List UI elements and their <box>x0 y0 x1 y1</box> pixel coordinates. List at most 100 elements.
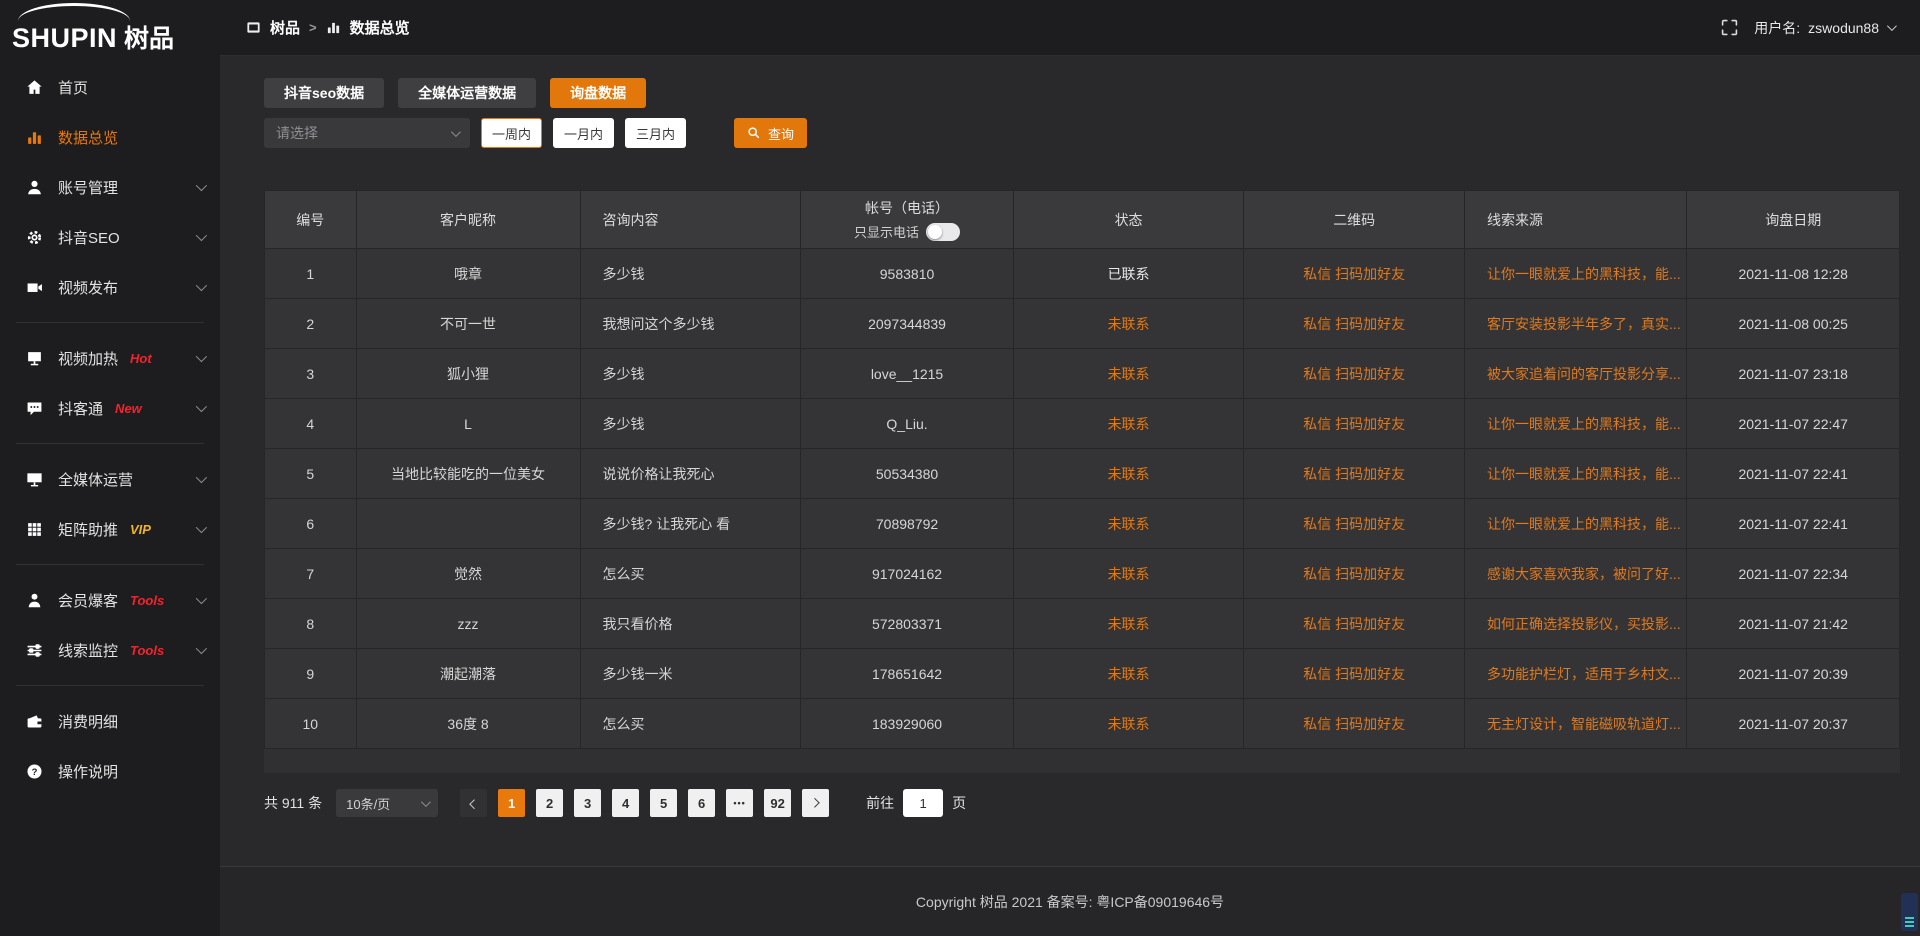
pagination-total: 共 911 条 <box>264 793 322 813</box>
user-menu[interactable]: 用户名: zswodun88 <box>1754 18 1894 38</box>
sidebar-item-operation-guide[interactable]: ? 操作说明 <box>0 746 220 796</box>
only-phone-toggle[interactable] <box>926 223 960 241</box>
cell-nickname: 当地比较能吃的一位美女 <box>356 449 580 499</box>
breadcrumb-page[interactable]: 数据总览 <box>350 17 410 38</box>
cell-date: 2021-11-08 00:25 <box>1687 299 1900 349</box>
breadcrumb-app[interactable]: 树品 <box>270 17 300 38</box>
cell-source-link[interactable]: 客厅安装投影半年多了，真实... <box>1465 299 1687 349</box>
page-button[interactable]: 6 <box>688 789 715 817</box>
cell-qrcode-links[interactable]: 私信 扫码加好友 <box>1244 649 1465 699</box>
cell-qrcode-links[interactable]: 私信 扫码加好友 <box>1244 599 1465 649</box>
cell-status: 未联系 <box>1013 349 1244 399</box>
cell-source-link[interactable]: 感谢大家喜欢我家，被问了好... <box>1465 549 1687 599</box>
sidebar-item-data-overview[interactable]: 数据总览 <box>0 112 220 162</box>
cell-no: 3 <box>265 349 357 399</box>
sidebar-item-member-baoke[interactable]: 会员爆客 Tools <box>0 575 220 625</box>
cell-source-link[interactable]: 让你一眼就爱上的黑科技，能... <box>1465 399 1687 449</box>
sidebar-item-account-management[interactable]: 账号管理 <box>0 162 220 212</box>
question-icon: ? <box>26 763 43 780</box>
table-row: 2 不可一世 我想问这个多少钱 2097344839 未联系 私信 扫码加好友 … <box>265 299 1900 349</box>
wallet-icon <box>26 713 43 730</box>
cell-qrcode-links[interactable]: 私信 扫码加好友 <box>1244 299 1465 349</box>
sidebar-item-badge: Hot <box>130 351 152 366</box>
page-button[interactable]: 1 <box>498 789 525 817</box>
cell-source-link[interactable]: 让你一眼就爱上的黑科技，能... <box>1465 499 1687 549</box>
home-icon <box>26 79 43 96</box>
col-date: 询盘日期 <box>1687 191 1900 249</box>
cell-nickname: 不可一世 <box>356 299 580 349</box>
page-button[interactable]: 4 <box>612 789 639 817</box>
cell-qrcode-links[interactable]: 私信 扫码加好友 <box>1244 349 1465 399</box>
cell-qrcode-links[interactable]: 私信 扫码加好友 <box>1244 399 1465 449</box>
tab-inquiry-data[interactable]: 询盘数据 <box>550 78 646 108</box>
data-tabs: 抖音seo数据全媒体运营数据询盘数据 <box>264 78 1900 108</box>
cell-source-link[interactable]: 多功能护栏灯，适用于乡村文... <box>1465 649 1687 699</box>
cell-content: 多少钱一米 <box>580 649 801 699</box>
sidebar-item-douyin-seo[interactable]: 抖音SEO <box>0 212 220 262</box>
chevron-down-icon <box>196 593 207 604</box>
sidebar-item-label: 抖客通 <box>58 398 103 419</box>
prev-page-button[interactable] <box>460 789 487 817</box>
cell-qrcode-links[interactable]: 私信 扫码加好友 <box>1244 499 1465 549</box>
sidebar-item-label: 矩阵助推 <box>58 519 118 540</box>
cell-account: 50534380 <box>801 449 1014 499</box>
cell-content: 多少钱? 让我死心 看 <box>580 499 801 549</box>
cell-qrcode-links[interactable]: 私信 扫码加好友 <box>1244 249 1465 299</box>
sliders-icon <box>26 642 43 659</box>
date-range-button[interactable]: 一周内 <box>481 118 542 148</box>
query-button[interactable]: 查询 <box>734 118 807 148</box>
cell-account: 917024162 <box>801 549 1014 599</box>
cell-source-link[interactable]: 无主灯设计，智能磁吸轨道灯... <box>1465 699 1687 749</box>
page-button[interactable]: ••• <box>726 789 753 817</box>
cell-qrcode-links[interactable]: 私信 扫码加好友 <box>1244 699 1465 749</box>
sidebar-item-douketong[interactable]: 抖客通 New <box>0 383 220 433</box>
cell-account: 183929060 <box>801 699 1014 749</box>
page-jump: 前往 页 <box>866 789 966 817</box>
col-status: 状态 <box>1013 191 1244 249</box>
sidebar-divider <box>16 322 204 323</box>
date-range-button[interactable]: 一月内 <box>553 118 614 148</box>
sidebar-item-consumption-detail[interactable]: 消费明细 <box>0 696 220 746</box>
cell-account: love__1215 <box>801 349 1014 399</box>
sidebar-item-label: 抖音SEO <box>58 227 120 248</box>
table-row: 6 多少钱? 让我死心 看 70898792 未联系 私信 扫码加好友 让你一眼… <box>265 499 1900 549</box>
sidebar-item-omnimedia-operation[interactable]: 全媒体运营 <box>0 454 220 504</box>
page-button[interactable]: 2 <box>536 789 563 817</box>
page-jump-label: 前往 <box>866 793 894 813</box>
chevron-down-icon <box>421 797 431 807</box>
chevron-left-icon <box>469 799 479 809</box>
filter-select[interactable]: 请选择 <box>264 118 470 148</box>
cell-qrcode-links[interactable]: 私信 扫码加好友 <box>1244 449 1465 499</box>
date-range-button[interactable]: 三月内 <box>625 118 686 148</box>
video-icon <box>26 279 43 296</box>
cell-source-link[interactable]: 让你一眼就爱上的黑科技，能... <box>1465 249 1687 299</box>
sidebar-item-matrix-boost[interactable]: 矩阵助推 VIP <box>0 504 220 554</box>
sidebar-item-home[interactable]: 首页 <box>0 62 220 112</box>
chevron-down-icon <box>1887 21 1897 31</box>
cell-date: 2021-11-07 22:34 <box>1687 549 1900 599</box>
page-button[interactable]: 5 <box>650 789 677 817</box>
page-jump-input[interactable] <box>903 789 943 817</box>
sidebar-item-video-heat[interactable]: 视频加热 Hot <box>0 333 220 383</box>
cell-date: 2021-11-07 20:37 <box>1687 699 1900 749</box>
username-value: zswodun88 <box>1808 20 1879 36</box>
table-row: 8 zzz 我只看价格 572803371 未联系 私信 扫码加好友 如何正确选… <box>265 599 1900 649</box>
tab-omnimedia-data[interactable]: 全媒体运营数据 <box>398 78 536 108</box>
tab-douyin-seo-data[interactable]: 抖音seo数据 <box>264 78 384 108</box>
cell-source-link[interactable]: 让你一眼就爱上的黑科技，能... <box>1465 449 1687 499</box>
chat-widget[interactable] <box>1901 893 1918 931</box>
sidebar-item-video-publish[interactable]: 视频发布 <box>0 262 220 312</box>
fullscreen-icon[interactable] <box>1721 19 1738 36</box>
cell-source-link[interactable]: 被大家追着问的客厅投影分享... <box>1465 349 1687 399</box>
cell-no: 6 <box>265 499 357 549</box>
cell-qrcode-links[interactable]: 私信 扫码加好友 <box>1244 549 1465 599</box>
cell-source-link[interactable]: 如何正确选择投影仪，买投影... <box>1465 599 1687 649</box>
only-phone-label: 只显示电话 <box>854 222 919 241</box>
table-row: 3 狐小狸 多少钱 love__1215 未联系 私信 扫码加好友 被大家追着问… <box>265 349 1900 399</box>
page-button[interactable]: 92 <box>764 789 791 817</box>
page-size-select[interactable]: 10条/页 <box>336 789 438 817</box>
page-button[interactable]: 3 <box>574 789 601 817</box>
next-page-button[interactable] <box>802 789 829 817</box>
sidebar-item-badge: New <box>115 401 142 416</box>
sidebar-item-clue-monitor[interactable]: 线索监控 Tools <box>0 625 220 675</box>
